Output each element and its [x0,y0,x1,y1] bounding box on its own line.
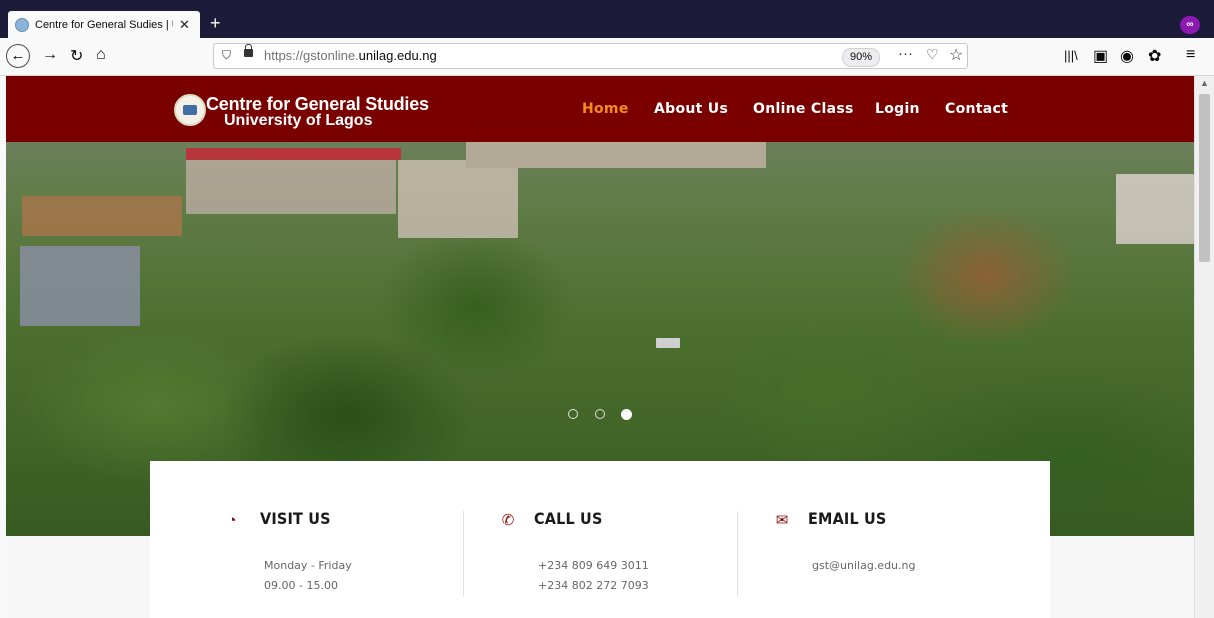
visit-us-heading: VISIT US [260,509,331,528]
shield-icon[interactable]: ⛉ [222,48,231,63]
page-scrollbar[interactable]: ▲ [1194,76,1214,618]
nav-contact[interactable]: Contact [945,101,1008,117]
private-mask-icon[interactable]: ∞ [1180,16,1200,34]
url-text[interactable]: https://gstonline.unilag.edu.ng [264,48,437,63]
tab-close-icon[interactable]: ✕ [179,17,190,33]
email-address[interactable]: gst@unilag.edu.ng [812,559,915,572]
hamburger-menu-icon[interactable]: ≡ [1186,46,1195,64]
more-icon[interactable]: ··· [898,45,913,62]
clock-icon: ◔ [227,512,237,529]
tab-title: Centre for General Sudies | UNI [35,18,173,31]
new-tab-button[interactable]: + [210,14,221,32]
forward-arrow-icon[interactable]: → [42,46,58,64]
nav-login[interactable]: Login [875,101,920,117]
email-us-column: ✉ EMAIL US gst@unilag.edu.ng [774,461,1014,618]
site-brand[interactable]: Centre for General Studies University of… [206,94,429,129]
back-arrow-icon[interactable]: ← [6,44,30,68]
column-divider [463,511,464,597]
sidebar-icon[interactable]: ▣ [1093,46,1108,66]
nav-online-class[interactable]: Online Class [753,101,854,117]
library-icon[interactable]: |||\ [1064,48,1078,63]
zoom-level-badge[interactable]: 90% [842,48,881,67]
email-us-heading: EMAIL US [808,509,887,528]
extension-icon[interactable]: ✿ [1148,46,1161,66]
visit-hours: 09.00 - 15.00 [264,579,338,592]
page-viewport: Centre for General Studies University of… [6,76,1194,618]
star-icon[interactable]: ☆ [949,45,963,65]
envelope-icon: ✉ [775,512,789,529]
slider-dot-2[interactable] [595,409,605,419]
phone-number-2[interactable]: +234 802 272 7093 [538,579,649,592]
url-bar[interactable]: ⛉ https://gstonline.unilag.edu.ng 90% ··… [213,43,968,69]
nav-home[interactable]: Home [582,101,629,117]
account-icon[interactable]: ◉ [1120,46,1134,66]
browser-tab-bar: Centre for General Sudies | UNI ✕ + ∞ [0,0,1214,38]
browser-tab[interactable]: Centre for General Sudies | UNI ✕ [8,11,200,38]
visit-us-column: ◔ VISIT US Monday - Friday 09.00 - 15.00 [224,461,464,618]
phone-icon: ✆ [501,512,515,529]
brand-subtitle: University of Lagos [224,112,373,129]
pocket-icon[interactable]: ♡ [926,46,939,63]
site-header: Centre for General Studies University of… [6,76,1194,142]
scroll-up-icon[interactable]: ▲ [1200,78,1209,88]
slider-dot-1[interactable] [568,409,578,419]
nav-about-us[interactable]: About Us [654,101,728,117]
reload-icon[interactable]: ↻ [70,46,83,66]
contact-info-box: ◔ VISIT US Monday - Friday 09.00 - 15.00… [150,461,1050,618]
column-divider [737,511,738,597]
slider-dot-3-active[interactable] [621,409,632,420]
call-us-heading: CALL US [534,509,603,528]
home-icon[interactable]: ⌂ [96,46,106,64]
lock-icon[interactable] [244,44,253,57]
visit-days: Monday - Friday [264,559,352,572]
call-us-column: ✆ CALL US +234 809 649 3011 +234 802 272… [500,461,740,618]
site-favicon-icon [15,17,29,32]
scrollbar-thumb[interactable] [1199,94,1210,262]
browser-navigation-bar: ← → ↻ ⌂ ⛉ https://gstonline.unilag.edu.n… [0,38,1214,76]
phone-number-1[interactable]: +234 809 649 3011 [538,559,649,572]
unilag-seal-logo[interactable] [174,94,206,126]
brand-title: Centre for General Studies [206,94,429,114]
